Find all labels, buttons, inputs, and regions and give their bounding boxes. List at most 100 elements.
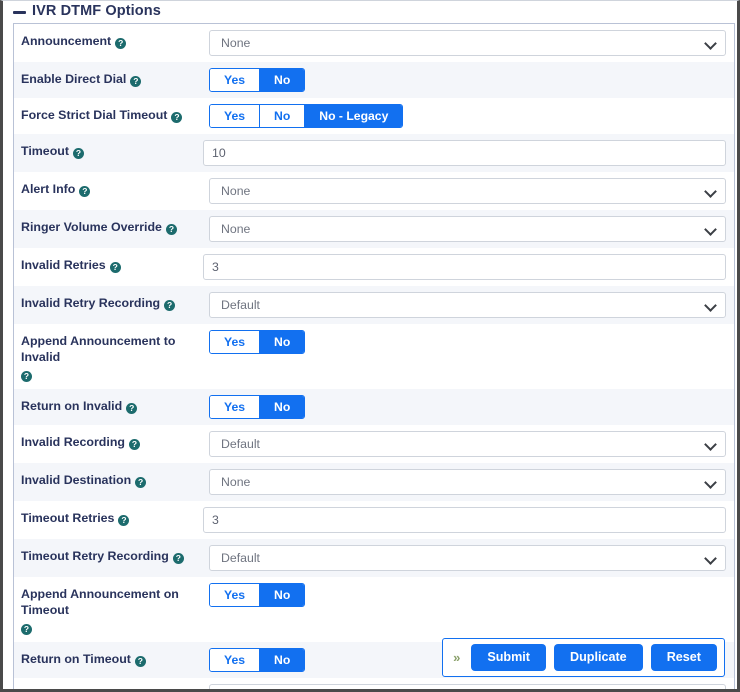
label-append-announcement-on-timeout: Append Announcement on Timeout?	[14, 577, 199, 642]
toggle-option-yes[interactable]: Yes	[210, 396, 261, 418]
form-row-announcement: Announcement? None	[14, 24, 734, 62]
submit-button[interactable]: Submit	[471, 644, 546, 671]
toggle-option-yes[interactable]: Yes	[210, 331, 261, 353]
label-text: Timeout Recording	[21, 688, 134, 689]
chevron-down-icon	[704, 299, 717, 312]
control-invalid-retry-recording: Default	[199, 286, 734, 324]
label-text: Invalid Destination	[21, 473, 132, 487]
help-icon[interactable]: ?	[130, 76, 142, 87]
toggle-option-no[interactable]: No	[260, 105, 306, 127]
help-icon[interactable]: ?	[164, 300, 176, 311]
select-invalid-recording[interactable]: Default	[209, 431, 726, 457]
label-text: Invalid Recording	[21, 435, 125, 449]
label-text: Enable Direct Dial	[21, 72, 127, 86]
control-invalid-retries	[199, 248, 734, 286]
chevron-down-icon	[704, 37, 717, 50]
help-icon[interactable]: ?	[171, 112, 183, 123]
control-timeout	[199, 134, 734, 172]
help-icon[interactable]: ?	[21, 624, 32, 635]
chevron-down-icon	[704, 476, 717, 489]
control-announcement: None	[199, 24, 734, 62]
toggle-option-no[interactable]: No	[260, 584, 305, 606]
control-alert-info: None	[199, 172, 734, 210]
help-icon[interactable]: ?	[72, 148, 84, 159]
form-row-return-on-invalid: Return on Invalid? Yes No	[14, 389, 734, 425]
help-icon[interactable]: ?	[115, 38, 127, 49]
help-icon[interactable]: ?	[21, 371, 32, 382]
control-timeout-retry-recording: Default	[199, 539, 734, 577]
page-title: IVR DTMF Options	[32, 3, 161, 19]
collapse-minus-icon[interactable]	[13, 10, 26, 14]
control-timeout-retries	[199, 501, 734, 539]
expand-chevrons-icon[interactable]: »	[450, 651, 463, 664]
select-alert-info[interactable]: None	[209, 178, 726, 204]
select-ringer-volume-override[interactable]: None	[209, 216, 726, 242]
select-announcement[interactable]: None	[209, 30, 726, 56]
label-return-on-invalid: Return on Invalid?	[14, 389, 199, 422]
label-timeout: Timeout?	[14, 134, 199, 167]
chevron-down-icon	[704, 552, 717, 565]
help-icon[interactable]: ?	[135, 477, 147, 488]
form-row-force-strict-dial-timeout: Force Strict Dial Timeout? Yes No No - Lega…	[14, 98, 734, 134]
label-text: Return on Invalid	[21, 399, 123, 413]
select-value: Default	[221, 298, 260, 312]
toggle-option-no[interactable]: No	[260, 69, 305, 91]
form-row-enable-direct-dial: Enable Direct Dial? Yes No	[14, 62, 734, 98]
select-value: None	[221, 222, 251, 236]
select-invalid-retry-recording[interactable]: Default	[209, 292, 726, 318]
label-ringer-volume-override: Ringer Volume Override?	[14, 210, 199, 243]
form-row-timeout: Timeout?	[14, 134, 734, 172]
form-rows: Announcement? None Enable Direct Dial? Yes N…	[14, 24, 734, 689]
select-value: Default	[221, 551, 260, 565]
action-button-bar: » Submit Duplicate Reset	[442, 638, 725, 677]
toggle-option-no-legacy[interactable]: No - Legacy	[305, 105, 403, 127]
select-timeout-retry-recording[interactable]: Default	[209, 545, 726, 571]
help-icon[interactable]: ?	[128, 439, 140, 450]
control-enable-direct-dial: Yes No	[199, 62, 734, 98]
select-timeout-recording[interactable]: Default	[209, 684, 726, 689]
label-text: Invalid Retries	[21, 258, 106, 272]
help-icon[interactable]: ?	[126, 403, 138, 414]
toggle-return-on-timeout: Yes No	[209, 648, 306, 672]
toggle-enable-direct-dial: Yes No	[209, 68, 306, 92]
label-text: Append Announcement on Timeout	[21, 587, 179, 617]
help-icon[interactable]: ?	[172, 553, 184, 564]
control-force-strict-dial-timeout: Yes No No - Legacy	[199, 98, 734, 134]
select-value: None	[221, 36, 251, 50]
help-icon[interactable]: ?	[118, 515, 130, 526]
toggle-force-strict-dial-timeout: Yes No No - Legacy	[209, 104, 404, 128]
control-append-announcement-to-invalid: Yes No	[199, 324, 734, 360]
toggle-option-yes[interactable]: Yes	[210, 649, 261, 671]
help-icon[interactable]: ?	[134, 656, 146, 667]
duplicate-button[interactable]: Duplicate	[554, 644, 643, 671]
reset-button[interactable]: Reset	[650, 644, 717, 671]
form-row-append-announcement-on-timeout: Append Announcement on Timeout? Yes No	[14, 577, 734, 642]
label-text: Ringer Volume Override	[21, 220, 162, 234]
select-value: None	[221, 184, 251, 198]
toggle-append-announcement-to-invalid: Yes No	[209, 330, 306, 354]
select-invalid-destination[interactable]: None	[209, 469, 726, 495]
toggle-option-no[interactable]: No	[260, 396, 305, 418]
toggle-option-no[interactable]: No	[260, 331, 305, 353]
chevron-down-icon	[704, 185, 717, 198]
form-row-invalid-destination: Invalid Destination? None	[14, 463, 734, 501]
help-icon[interactable]: ?	[79, 186, 91, 197]
label-append-announcement-to-invalid: Append Announcement to Invalid?	[14, 324, 199, 389]
control-return-on-invalid: Yes No	[199, 389, 734, 425]
input-timeout-retries[interactable]	[203, 507, 726, 533]
control-timeout-recording: Default	[199, 678, 734, 689]
form-row-invalid-recording: Invalid Recording? Default	[14, 425, 734, 463]
input-timeout[interactable]	[203, 140, 726, 166]
label-announcement: Announcement?	[14, 24, 199, 57]
help-icon[interactable]: ?	[109, 262, 121, 273]
toggle-option-yes[interactable]: Yes	[210, 105, 261, 127]
toggle-option-no[interactable]: No	[260, 649, 305, 671]
toggle-option-yes[interactable]: Yes	[210, 69, 261, 91]
toggle-option-yes[interactable]: Yes	[210, 584, 261, 606]
form-row-append-announcement-to-invalid: Append Announcement to Invalid? Yes No	[14, 324, 734, 389]
label-timeout-recording: Timeout Recording?	[14, 678, 199, 689]
form-row-invalid-retries: Invalid Retries?	[14, 248, 734, 286]
input-invalid-retries[interactable]	[203, 254, 726, 280]
help-icon[interactable]: ?	[165, 224, 177, 235]
label-text: Force Strict Dial Timeout	[21, 108, 168, 122]
